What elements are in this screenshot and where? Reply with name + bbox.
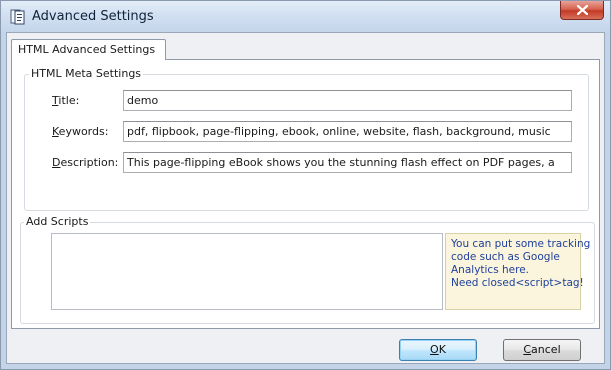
title-field[interactable]: demo — [123, 90, 572, 111]
hint-line: You can put some tracking — [451, 238, 591, 250]
keywords-label: Keywords: — [52, 125, 109, 138]
close-button[interactable] — [560, 1, 604, 20]
scripts-textarea[interactable] — [51, 233, 443, 310]
cancel-button[interactable]: Cancel — [503, 339, 581, 361]
keywords-field[interactable]: pdf, flipbook, page-flipping, ebook, onl… — [123, 121, 572, 142]
description-field[interactable]: This page-flipping eBook shows you the s… — [123, 152, 572, 173]
html-meta-settings-group: HTML Meta Settings Title: demo Keywords:… — [24, 67, 589, 211]
advanced-settings-window: Advanced Settings HTML Advanced Settings… — [0, 0, 611, 370]
hint-line: Analytics here. — [451, 264, 530, 276]
ok-button[interactable]: OK — [399, 339, 477, 361]
close-icon — [577, 5, 588, 15]
tab-html-advanced-settings[interactable]: HTML Advanced Settings — [11, 39, 167, 60]
window-title: Advanced Settings — [32, 9, 154, 24]
tab-page: HTML Meta Settings Title: demo Keywords:… — [11, 59, 600, 329]
add-scripts-heading: Add Scripts — [24, 215, 91, 229]
description-label: Description: — [52, 156, 119, 169]
hint-line: Need closed<script>tag! — [451, 277, 584, 289]
tracking-code-hint: You can put some tracking code such as G… — [445, 233, 591, 310]
title-label: Title: — [52, 94, 80, 107]
title-bar[interactable]: Advanced Settings — [1, 1, 610, 32]
dialog-body: HTML Advanced Settings HTML Meta Setting… — [6, 32, 605, 364]
html-meta-settings-heading: HTML Meta Settings — [29, 67, 144, 81]
hint-line: code such as Google — [451, 251, 560, 263]
app-icon — [10, 9, 25, 25]
add-scripts-group: Add Scripts You can put some tracking co… — [20, 215, 595, 324]
